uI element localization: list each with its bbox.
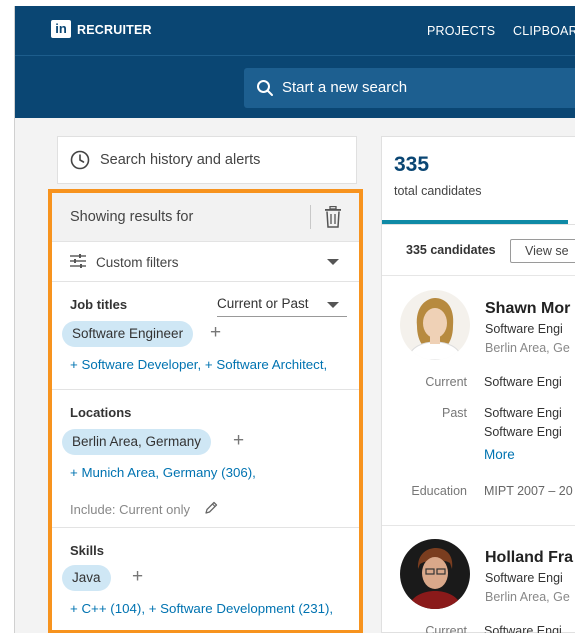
current-position: Software Engi bbox=[484, 375, 562, 389]
current-label: Current bbox=[425, 624, 467, 633]
more-link[interactable]: More bbox=[484, 447, 515, 462]
clock-icon bbox=[70, 150, 90, 170]
job-titles-scope-select[interactable]: Current or Past bbox=[217, 295, 347, 317]
add-location-icon[interactable]: + bbox=[233, 430, 244, 452]
chevron-down-icon bbox=[327, 259, 339, 265]
candidate-headline: Software Engi bbox=[485, 571, 563, 585]
divider bbox=[310, 205, 311, 229]
pencil-icon[interactable] bbox=[204, 501, 218, 515]
candidate-name[interactable]: Shawn Mor bbox=[485, 300, 570, 318]
top-header: in RECRUITER PROJECTS CLIPBOARD Start a … bbox=[15, 6, 575, 118]
current-label: Current bbox=[425, 375, 467, 389]
skill-suggestions[interactable]: + C++ (104), + Software Development (231… bbox=[70, 601, 333, 616]
custom-filters-dropdown[interactable]: Custom filters bbox=[52, 242, 359, 282]
search-placeholder: Start a new search bbox=[282, 79, 408, 96]
brand-label: RECRUITER bbox=[77, 23, 152, 37]
education-label: Education bbox=[411, 484, 467, 498]
nav-bar: in RECRUITER PROJECTS CLIPBOARD bbox=[15, 6, 575, 56]
candidate-headline: Software Engi bbox=[485, 322, 563, 336]
locations-section: Locations Berlin Area, Germany + + Munic… bbox=[52, 390, 359, 528]
custom-filters-label: Custom filters bbox=[96, 255, 179, 270]
past-position: Software Engi bbox=[484, 406, 562, 420]
recruiter-window: in RECRUITER PROJECTS CLIPBOARD Start a … bbox=[14, 6, 575, 633]
nav-projects[interactable]: PROJECTS bbox=[427, 24, 495, 38]
candidate-name[interactable]: Holland Fra bbox=[485, 549, 573, 567]
location-include-label: Include: Current only bbox=[70, 502, 190, 517]
skills-section: Skills Java + + C++ (104), + Software De… bbox=[52, 528, 359, 630]
candidates-count-label: 335 candidates bbox=[406, 243, 496, 257]
job-titles-section: Job titles Current or Past Software Engi… bbox=[52, 282, 359, 390]
filter-panel: Showing results for Custom filters Job t… bbox=[48, 189, 363, 633]
job-titles-heading: Job titles bbox=[70, 297, 128, 312]
search-history-label: Search history and alerts bbox=[100, 152, 261, 168]
search-input[interactable]: Start a new search bbox=[244, 68, 575, 108]
search-history-button[interactable]: Search history and alerts bbox=[57, 136, 357, 184]
trash-icon[interactable] bbox=[324, 206, 342, 228]
skill-pill[interactable]: Java bbox=[62, 565, 111, 591]
view-button[interactable]: View se bbox=[510, 239, 575, 263]
job-titles-scope-value: Current or Past bbox=[217, 296, 309, 311]
divider bbox=[382, 224, 575, 225]
candidate-location: Berlin Area, Ge bbox=[485, 590, 570, 604]
candidate-location: Berlin Area, Ge bbox=[485, 341, 570, 355]
chevron-down-icon bbox=[327, 302, 339, 308]
add-skill-icon[interactable]: + bbox=[132, 566, 143, 588]
location-pill[interactable]: Berlin Area, Germany bbox=[62, 429, 212, 455]
avatar[interactable] bbox=[400, 539, 470, 609]
add-job-title-icon[interactable]: + bbox=[210, 322, 221, 344]
search-icon bbox=[257, 80, 273, 96]
showing-results-label: Showing results for bbox=[70, 209, 194, 225]
education-value: MIPT 2007 – 20 bbox=[484, 484, 573, 498]
linkedin-logo-icon[interactable]: in bbox=[51, 20, 71, 38]
locations-heading: Locations bbox=[70, 405, 132, 420]
skills-heading: Skills bbox=[70, 543, 104, 558]
current-position: Software Engi bbox=[484, 624, 562, 633]
results-panel: 335 total candidates 335 candidates View… bbox=[381, 136, 575, 633]
avatar[interactable] bbox=[400, 290, 470, 360]
divider bbox=[382, 275, 575, 276]
nav-clipboard[interactable]: CLIPBOARD bbox=[513, 24, 575, 38]
location-suggestions[interactable]: + Munich Area, Germany (306), bbox=[70, 465, 256, 480]
total-candidates-count: 335 bbox=[394, 153, 430, 176]
divider bbox=[382, 525, 575, 526]
showing-results-header: Showing results for bbox=[52, 193, 359, 242]
past-position: Software Engi bbox=[484, 425, 562, 439]
past-label: Past bbox=[441, 406, 467, 420]
job-title-suggestions[interactable]: + Software Developer, + Software Archite… bbox=[70, 357, 327, 372]
job-title-pill[interactable]: Software Engineer bbox=[62, 321, 194, 347]
total-candidates-label: total candidates bbox=[394, 184, 482, 198]
sliders-icon bbox=[70, 254, 86, 268]
